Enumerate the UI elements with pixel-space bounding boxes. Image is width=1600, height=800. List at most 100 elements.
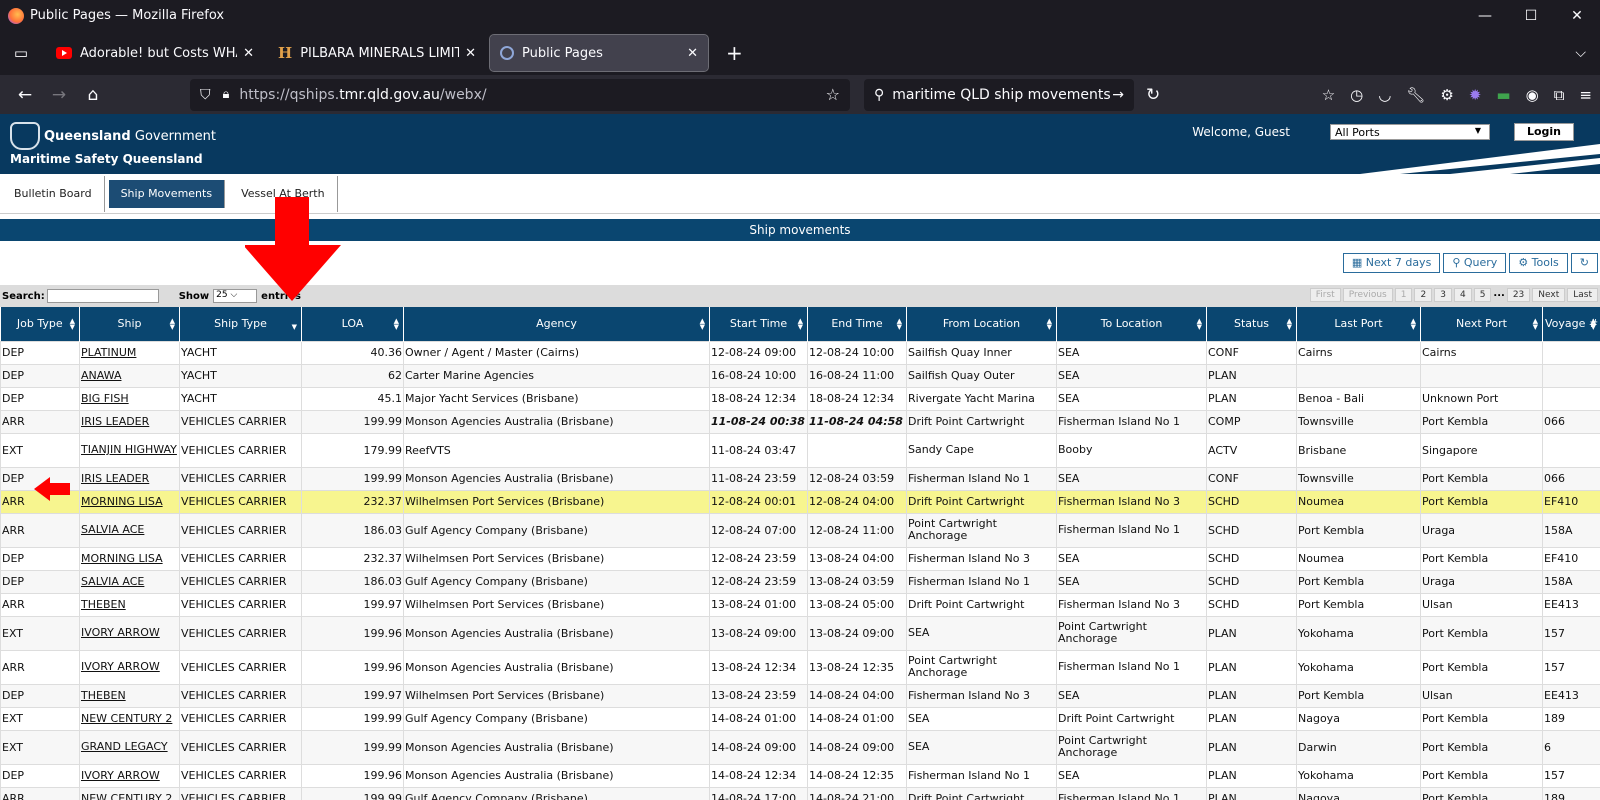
bookmarks-icon[interactable]: ☆ [1322,86,1335,104]
table-row[interactable]: DEP SALVIA ACE VEHICLES CARRIER 186.03 Gulf … [0,569,1600,594]
column-header[interactable]: Voyage # ▲ ▼ [1542,307,1600,341]
firefox-view-icon[interactable]: ▭ [8,40,34,66]
page-23[interactable]: 23 [1506,288,1531,302]
new-tab-icon[interactable]: + [726,41,743,65]
column-header[interactable]: Ship ▲ ▼ [79,307,180,341]
cell-ship[interactable]: NEW CENTURY 2 [79,706,180,731]
table-row[interactable]: ARR IVORY ARROW VEHICLES CARRIER 199.96 Mons… [0,649,1600,685]
next-7-days-button[interactable]: ▦ Next 7 days [1342,253,1441,273]
login-button[interactable]: Login [1514,123,1574,141]
cell-ship[interactable]: THEBEN [79,683,180,708]
browser-tab-3[interactable]: Public Pages ✕ [489,34,709,72]
maximize-icon[interactable]: ☐ [1508,8,1554,24]
cell-ship[interactable]: IVORY ARROW [79,649,180,685]
sort-icon[interactable]: ▲ ▼ [1411,318,1416,331]
browser-tab-2[interactable]: H PILBARA MINERALS LIMITED (A ✕ [268,35,486,71]
column-header[interactable]: Agency ▲ ▼ [403,307,710,341]
refresh-icon[interactable]: ↻ [1570,253,1598,273]
cell-ship[interactable]: SALVIA ACE [79,569,180,594]
cell-ship[interactable]: GRAND LEGACY [79,729,180,765]
column-header[interactable]: LOA ▲ ▼ [301,307,404,341]
cell-ship[interactable]: IVORY ARROW [79,763,180,788]
table-row[interactable]: DEP MORNING LISA VEHICLES CARRIER 232.37 Wil… [0,546,1600,571]
sort-icon[interactable]: ▲ ▼ [798,318,803,331]
cell-ship[interactable]: BIG FISH [79,386,180,411]
back-icon[interactable]: ← [8,85,42,105]
tab-ship-movements[interactable]: Ship Movements [108,179,226,208]
cell-ship[interactable]: TIANJIN HIGHWAY [79,432,180,468]
cell-ship[interactable]: PLATINUM [79,340,180,365]
page-first[interactable]: First [1309,288,1341,302]
wrench-icon[interactable]: 🔧︎ [1406,86,1425,104]
go-arrow-icon[interactable]: → [1112,87,1124,103]
browser-tab-1[interactable]: Adorable! but Costs WHAT?? // ✕ [46,35,264,71]
page-last[interactable]: Last [1567,288,1598,302]
cell-ship[interactable]: THEBEN [79,592,180,617]
sort-icon[interactable]: ▲ ▼ [1287,318,1292,331]
sort-icon[interactable]: ▲ ▼ [170,318,175,331]
cell-ship[interactable]: MORNING LISA [79,546,180,571]
sort-icon[interactable]: ▲ ▼ [700,318,705,331]
port-select[interactable]: All Ports [1330,124,1490,140]
search-query[interactable]: maritime QLD ship movements [892,87,1112,103]
table-row[interactable]: ARR NEW CENTURY 2 VEHICLES CARRIER 199.99 Gu… [0,786,1600,800]
page-5[interactable]: 5 [1473,288,1492,302]
lock-icon[interactable]: 🔒︎ [223,87,230,102]
history-icon[interactable]: ◷ [1350,86,1363,104]
list-tabs-icon[interactable]: ⌵ [1575,45,1586,61]
close-tab-icon[interactable]: ✕ [465,46,476,61]
page-4[interactable]: 4 [1453,288,1472,302]
extension-puzzle-icon[interactable]: ✹ [1469,86,1482,104]
tab-bulletin-board[interactable]: Bulletin Board [2,175,105,212]
close-tab-icon[interactable]: ✕ [687,46,698,61]
page-previous[interactable]: Previous [1342,288,1393,302]
table-row[interactable]: EXT GRAND LEGACY VEHICLES CARRIER 199.99 Mon… [0,729,1600,765]
tools-button[interactable]: ⚙ Tools [1509,253,1568,273]
column-header[interactable]: Next Port ▲ ▼ [1420,307,1543,341]
table-row[interactable]: ARR MORNING LISA VEHICLES CARRIER 232.37 Wil… [0,489,1600,514]
bookmark-star-icon[interactable]: ☆ [826,85,840,104]
url-text[interactable]: https://qships.tmr.qld.gov.au/webx/ [239,87,825,103]
sort-icon[interactable]: ▲ ▼ [1197,318,1202,331]
column-header[interactable]: Start Time ▲ ▼ [709,307,808,341]
extension-green-icon[interactable]: ▬ [1496,86,1510,104]
minimize-icon[interactable]: — [1462,8,1508,24]
cell-ship[interactable]: NEW CENTURY 2 [79,786,180,800]
table-row[interactable]: EXT NEW CENTURY 2 VEHICLES CARRIER 199.99 Gu… [0,706,1600,731]
sort-icon[interactable]: ▼ [292,318,297,331]
cell-ship[interactable]: SALVIA ACE [79,512,180,548]
cell-ship[interactable]: MORNING LISA [79,489,180,514]
search-bar[interactable]: ⚲ maritime QLD ship movements → [864,78,1134,111]
table-row[interactable]: DEP IRIS LEADER VEHICLES CARRIER 199.99 Mons… [0,466,1600,491]
table-row[interactable]: ARR SALVIA ACE VEHICLES CARRIER 186.03 Gulf … [0,512,1600,548]
extension-cursor-icon[interactable]: ◉ [1526,86,1539,104]
sort-icon[interactable]: ▲ ▼ [897,318,902,331]
table-row[interactable]: DEP THEBEN VEHICLES CARRIER 199.97 Wilhelmse… [0,683,1600,708]
cell-ship[interactable]: IVORY ARROW [79,615,180,651]
table-row[interactable]: DEP IVORY ARROW VEHICLES CARRIER 199.96 Mons… [0,763,1600,788]
sort-icon[interactable]: ▲ ▼ [1047,318,1052,331]
table-row[interactable]: EXT TIANJIN HIGHWAY VEHICLES CARRIER 179.99… [0,432,1600,468]
page-3[interactable]: 3 [1434,288,1452,302]
column-header[interactable]: End Time ▲ ▼ [807,307,907,341]
column-header[interactable]: From Location ▲ ▼ [906,307,1057,341]
table-row[interactable]: ARR IRIS LEADER VEHICLES CARRIER 199.99 Mons… [0,409,1600,434]
table-row[interactable]: EXT IVORY ARROW VEHICLES CARRIER 199.96 Mons… [0,615,1600,651]
close-window-icon[interactable]: ✕ [1554,8,1600,24]
extensions-icon[interactable]: ⧉ [1554,86,1565,104]
query-button[interactable]: ⚲ Query [1443,253,1507,273]
cell-ship[interactable]: IRIS LEADER [79,466,180,491]
sort-icon[interactable]: ▲ ▼ [1533,318,1538,331]
table-row[interactable]: ARR THEBEN VEHICLES CARRIER 199.97 Wilhelmse… [0,592,1600,617]
page-next[interactable]: Next [1532,288,1566,302]
column-header[interactable]: Ship Type ▼ [179,307,302,341]
page-2[interactable]: 2 [1414,288,1433,302]
column-header[interactable]: Status ▲ ▼ [1206,307,1297,341]
url-bar[interactable]: ⛉ 🔒︎ https://qships.tmr.qld.gov.au/webx/… [190,78,850,111]
column-header[interactable]: Job Type ▲ ▼ [0,307,80,341]
home-icon[interactable]: ⌂ [76,85,110,105]
table-row[interactable]: DEP BIG FISH YACHT 45.1 Major Yacht Services… [0,386,1600,411]
reload-icon[interactable]: ↻ [1146,85,1160,105]
column-header[interactable]: To Location ▲ ▼ [1056,307,1207,341]
column-header[interactable]: Last Port ▲ ▼ [1296,307,1421,341]
